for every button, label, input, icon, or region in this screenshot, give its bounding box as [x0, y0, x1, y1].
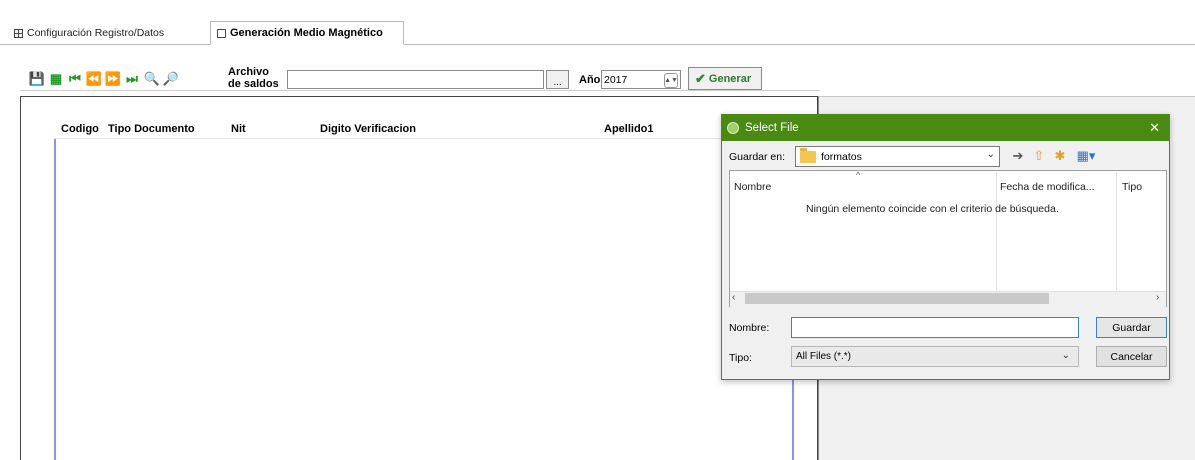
nombre-label: Nombre: [729, 322, 770, 334]
export-icon[interactable]: ▦ [47, 68, 65, 88]
save-icon[interactable]: 💾 [28, 68, 46, 88]
file-list-header-nombre[interactable]: Nombre [734, 181, 771, 193]
zoom-in-icon[interactable]: 🔍 [143, 68, 161, 88]
tab-generacion-label: Generación Medio Magnético [230, 27, 383, 39]
scroll-left-icon[interactable]: ‹ [732, 292, 735, 303]
filename-input[interactable] [791, 317, 1079, 338]
dialog-title: Select File [745, 121, 799, 134]
empty-message: Ningún elemento coincide con el criterio… [806, 203, 1059, 215]
tab-configuracion[interactable]: Configuración Registro/Datos [8, 22, 200, 44]
cancelar-button[interactable]: Cancelar [1096, 346, 1167, 367]
generar-label: Generar [708, 72, 752, 85]
column-header-codigo[interactable]: Codigo [61, 123, 99, 135]
file-list-header-fecha[interactable]: Fecha de modifica... [1000, 181, 1095, 193]
browse-button[interactable]: ... [546, 70, 569, 89]
first-record-icon[interactable]: ⏮ [66, 68, 84, 88]
checkmark-icon: ✔ [695, 70, 706, 86]
column-header-nit[interactable]: Nit [231, 123, 246, 135]
archivo-label-line1: Archivo [228, 66, 269, 78]
chevron-down-icon: ⌄ [986, 149, 995, 160]
spinner-icon[interactable]: ▲▼ [664, 73, 678, 88]
data-grid[interactable] [20, 96, 818, 460]
anio-label: Año [579, 74, 601, 86]
archivo-input[interactable] [287, 70, 544, 89]
next-record-icon[interactable]: ⏩ [104, 68, 122, 88]
scroll-right-icon[interactable]: › [1156, 292, 1159, 303]
previous-record-icon[interactable]: ⏪ [85, 68, 103, 88]
folder-icon [800, 147, 816, 163]
archivo-label: Archivo de saldos [228, 66, 280, 90]
back-icon[interactable]: ➔ [1010, 148, 1026, 164]
last-record-icon[interactable]: ⏭ [123, 68, 141, 88]
zoom-out-icon[interactable]: 🔎 [162, 68, 180, 88]
page-icon [217, 28, 226, 38]
tipo-label: Tipo: [729, 352, 752, 364]
generar-button[interactable]: ✔ Generar [688, 67, 762, 90]
up-folder-icon[interactable]: ⇧ [1031, 148, 1047, 164]
tab-generacion[interactable]: Generación Medio Magnético [210, 21, 404, 45]
column-header-apellido1[interactable]: Apellido1 [604, 123, 654, 135]
scrollbar-thumb[interactable] [745, 293, 1049, 304]
column-header-digito-verificacion[interactable]: Digito Verificacion [320, 123, 416, 135]
filetype-value: All Files (*.*) [796, 351, 852, 362]
grid-row-indicator [54, 139, 56, 460]
sort-icon: ^ [856, 170, 861, 180]
filetype-select[interactable]: All Files (*.*) ⌄ [791, 346, 1079, 367]
column-divider [996, 172, 997, 290]
app-logo-icon [727, 121, 739, 134]
file-list[interactable] [729, 170, 1167, 307]
anio-value: 2017 [604, 73, 628, 86]
chevron-down-icon: ⌄ [1061, 350, 1070, 361]
dialog-title-bar[interactable]: Select File ✕ [721, 114, 1170, 141]
folder-name: formatos [821, 150, 862, 163]
view-menu-icon[interactable]: ▦▾ [1073, 148, 1099, 164]
column-divider [1116, 172, 1117, 290]
close-icon[interactable]: ✕ [1149, 120, 1160, 136]
archivo-label-line2: de saldos [228, 78, 279, 90]
file-list-header-tipo[interactable]: Tipo [1122, 181, 1142, 193]
anio-input[interactable]: 2017 ▲▼ [601, 70, 681, 89]
guardar-button[interactable]: Guardar [1096, 317, 1167, 338]
guardar-en-label: Guardar en: [729, 151, 786, 163]
toolbar-divider [20, 90, 820, 91]
new-folder-icon[interactable]: ✱ [1052, 148, 1068, 164]
column-header-tipo-documento[interactable]: Tipo Documento [108, 123, 195, 135]
tab-configuracion-label: Configuración Registro/Datos [27, 27, 165, 39]
folder-select[interactable]: formatos ⌄ [795, 146, 1000, 167]
table-icon [14, 28, 23, 38]
